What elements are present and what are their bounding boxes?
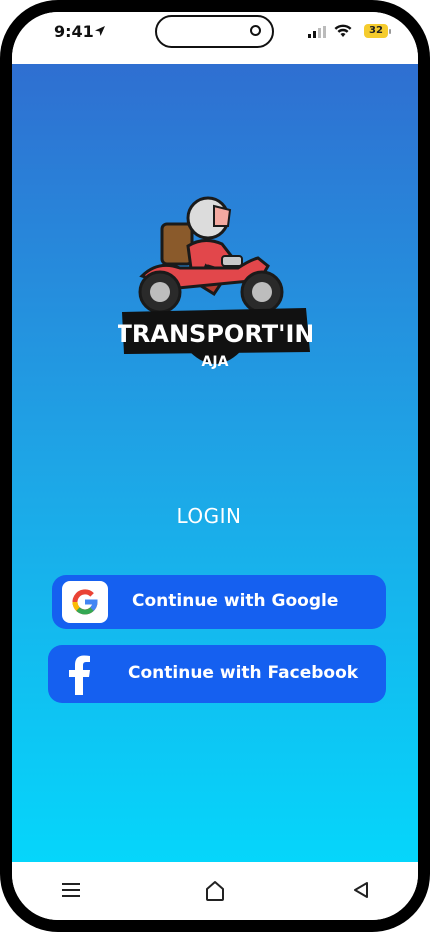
logo-line2: AJA [202,354,229,370]
app-logo: TRANSPORT'IN AJA [118,196,312,370]
location-arrow-icon [95,26,105,36]
system-navbar [12,862,418,920]
battery-icon: 32 [364,24,388,38]
camera-dot-icon [250,25,261,36]
status-time: 9:41 [54,22,94,41]
screen: 9:41 32 TRANSPORT'IN AJA LOGIN Continue … [12,12,418,920]
signal-icon [308,26,326,38]
login-title: LOGIN [176,504,242,528]
status-bar: 9:41 32 [12,12,418,64]
facebook-button-label: Continue with Facebook [128,663,359,683]
login-screen: TRANSPORT'IN AJA LOGIN Continue with Goo… [12,64,418,862]
facebook-icon [69,655,90,695]
dynamic-island [155,15,274,48]
wifi-icon [334,24,352,37]
battery-tip [389,29,391,34]
logo-line1: TRANSPORT'IN [118,320,312,348]
menu-icon[interactable] [61,880,81,900]
continue-with-facebook-button[interactable]: Continue with Facebook [48,645,386,703]
continue-with-google-button[interactable]: Continue with Google [52,575,386,629]
google-button-label: Continue with Google [132,591,339,611]
google-icon [62,581,108,623]
phone-frame: 9:41 32 TRANSPORT'IN AJA LOGIN Continue … [0,0,430,932]
home-icon[interactable] [204,880,226,902]
back-icon[interactable] [352,880,370,900]
